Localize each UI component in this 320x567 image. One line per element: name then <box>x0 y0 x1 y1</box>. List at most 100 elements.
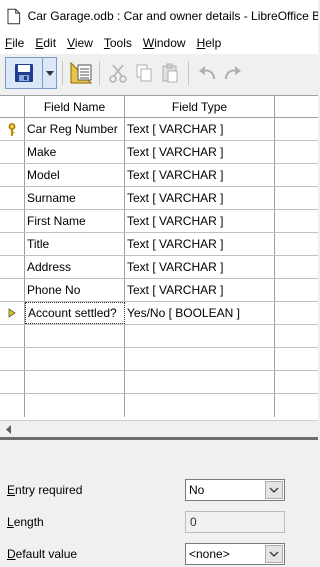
field-name-cell[interactable]: Model <box>25 164 125 186</box>
description-cell[interactable] <box>275 302 318 324</box>
table-row[interactable]: Surname Text [ VARCHAR ] <box>0 187 318 210</box>
table-row[interactable] <box>0 325 318 348</box>
field-type-cell[interactable]: Yes/No [ BOOLEAN ] <box>125 302 275 324</box>
field-name-cell[interactable]: Address <box>25 256 125 278</box>
field-name-cell[interactable] <box>25 348 125 370</box>
row-marker[interactable] <box>0 256 25 278</box>
field-type-cell[interactable] <box>125 394 275 417</box>
field-name-cell[interactable]: Make <box>25 141 125 163</box>
row-marker[interactable] <box>0 141 25 163</box>
default-value-select[interactable]: <none> <box>185 543 285 565</box>
paste-button[interactable] <box>157 60 183 86</box>
description-cell[interactable] <box>275 210 318 232</box>
row-marker[interactable] <box>0 279 25 301</box>
table-row[interactable] <box>0 348 318 371</box>
column-header-description[interactable] <box>275 96 318 117</box>
description-cell[interactable] <box>275 256 318 278</box>
field-type-cell[interactable] <box>125 348 275 370</box>
table-row[interactable]: Car Reg Number Text [ VARCHAR ] <box>0 118 318 141</box>
description-cell[interactable] <box>275 325 318 347</box>
description-cell[interactable] <box>275 394 318 417</box>
row-marker[interactable] <box>0 325 25 347</box>
column-header-field-type[interactable]: Field Type <box>125 96 275 117</box>
default-value-dropdown-button[interactable] <box>265 545 283 563</box>
row-marker[interactable] <box>0 233 25 255</box>
field-type-cell[interactable]: Text [ VARCHAR ] <box>125 141 275 163</box>
entry-required-select[interactable]: No <box>185 479 285 501</box>
field-type-cell[interactable]: Text [ VARCHAR ] <box>125 187 275 209</box>
toolbar-separator <box>62 61 63 85</box>
description-cell[interactable] <box>275 118 318 140</box>
field-name-cell[interactable] <box>25 394 125 417</box>
field-name-cell[interactable]: Surname <box>25 187 125 209</box>
grid-header: Field Name Field Type <box>0 96 318 118</box>
length-row: Length 0 <box>0 510 318 534</box>
save-dropdown-button[interactable] <box>42 58 56 88</box>
row-marker[interactable] <box>0 371 25 393</box>
redo-button[interactable] <box>220 60 246 86</box>
copy-button[interactable] <box>131 60 157 86</box>
description-cell[interactable] <box>275 371 318 393</box>
field-type-cell[interactable]: Text [ VARCHAR ] <box>125 256 275 278</box>
table-row[interactable] <box>0 394 318 417</box>
row-marker[interactable] <box>0 118 25 140</box>
field-type-cell[interactable] <box>125 325 275 347</box>
row-marker[interactable] <box>0 394 25 417</box>
table-row[interactable]: Title Text [ VARCHAR ] <box>0 233 318 256</box>
length-field[interactable]: 0 <box>185 511 285 533</box>
field-type-cell[interactable]: Text [ VARCHAR ] <box>125 279 275 301</box>
entry-required-value: No <box>189 483 205 497</box>
table-row[interactable]: Phone No Text [ VARCHAR ] <box>0 279 318 302</box>
menu-help[interactable]: Help <box>192 36 228 50</box>
index-design-button[interactable] <box>68 60 94 86</box>
description-cell[interactable] <box>275 233 318 255</box>
table-row[interactable]: Model Text [ VARCHAR ] <box>0 164 318 187</box>
scroll-left-button[interactable] <box>0 421 17 438</box>
field-type-cell[interactable]: Text [ VARCHAR ] <box>125 210 275 232</box>
row-marker[interactable] <box>0 164 25 186</box>
row-marker[interactable] <box>0 302 25 324</box>
field-name-cell[interactable]: Car Reg Number <box>25 118 125 140</box>
table-row[interactable]: Account settled? Yes/No [ BOOLEAN ] <box>0 302 318 325</box>
scrollbar-track[interactable] <box>17 421 318 438</box>
length-label: Length <box>7 515 44 529</box>
cut-button[interactable] <box>105 60 131 86</box>
field-name-cell[interactable] <box>25 325 125 347</box>
menu-bar: File Edit View Tools Window Help <box>0 32 318 54</box>
field-type-cell[interactable] <box>125 371 275 393</box>
table-row[interactable]: Make Text [ VARCHAR ] <box>0 141 318 164</box>
column-header-field-name[interactable]: Field Name <box>25 96 125 117</box>
entry-required-dropdown-button[interactable] <box>265 481 283 499</box>
table-row[interactable]: First Name Text [ VARCHAR ] <box>0 210 318 233</box>
row-marker[interactable] <box>0 348 25 370</box>
description-cell[interactable] <box>275 164 318 186</box>
menu-window[interactable]: Window <box>138 36 192 50</box>
table-row[interactable]: Address Text [ VARCHAR ] <box>0 256 318 279</box>
menu-tools[interactable]: Tools <box>99 36 138 50</box>
cut-icon <box>109 64 127 83</box>
field-name-cell[interactable] <box>25 371 125 393</box>
table-row[interactable] <box>0 371 318 394</box>
save-button[interactable] <box>6 60 42 86</box>
description-cell[interactable] <box>275 279 318 301</box>
menu-view[interactable]: View <box>62 36 99 50</box>
default-value-label: Default value <box>7 547 78 561</box>
entry-required-row: Entry required No <box>0 478 318 502</box>
field-name-cell[interactable]: Phone No <box>25 279 125 301</box>
field-name-cell[interactable]: First Name <box>25 210 125 232</box>
field-name-cell[interactable]: Title <box>25 233 125 255</box>
description-cell[interactable] <box>275 348 318 370</box>
row-marker[interactable] <box>0 210 25 232</box>
window-title: Car Garage.odb : Car and owner details -… <box>27 9 318 23</box>
description-cell[interactable] <box>275 187 318 209</box>
menu-file[interactable]: File <box>0 36 30 50</box>
horizontal-scrollbar[interactable] <box>0 420 318 437</box>
menu-edit[interactable]: Edit <box>30 36 62 50</box>
row-marker[interactable] <box>0 187 25 209</box>
field-type-cell[interactable]: Text [ VARCHAR ] <box>125 118 275 140</box>
description-cell[interactable] <box>275 141 318 163</box>
field-type-cell[interactable]: Text [ VARCHAR ] <box>125 233 275 255</box>
undo-button[interactable] <box>194 60 220 86</box>
field-type-cell[interactable]: Text [ VARCHAR ] <box>125 164 275 186</box>
field-name-cell[interactable]: Account settled? <box>25 302 125 324</box>
